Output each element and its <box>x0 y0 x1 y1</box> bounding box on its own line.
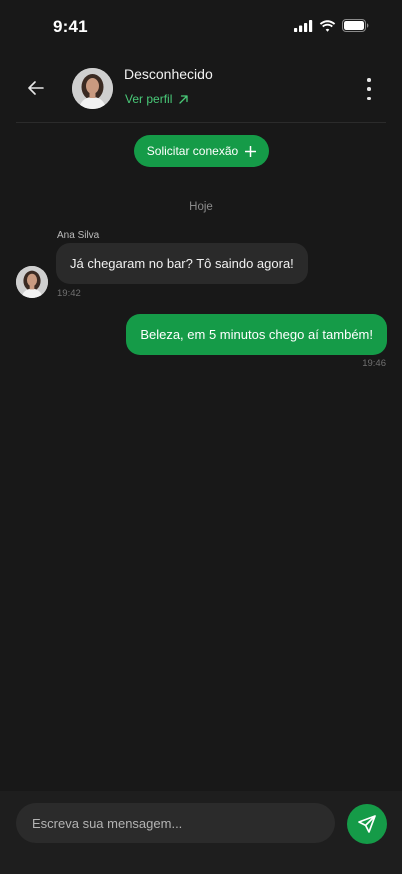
view-profile-link[interactable]: Ver perfil <box>125 92 189 106</box>
contact-avatar[interactable] <box>72 68 113 109</box>
message-sender-name: Ana Silva <box>57 230 100 241</box>
person-photo-icon <box>16 266 48 298</box>
signal-icon <box>294 19 313 32</box>
wifi-icon <box>319 19 336 32</box>
outgoing-message-bubble[interactable]: Beleza, em 5 minutos chego aí também! <box>126 314 387 355</box>
sender-avatar[interactable] <box>16 266 48 298</box>
header-divider <box>16 122 386 123</box>
message-composer <box>0 791 402 874</box>
incoming-message-bubble[interactable]: Já chegaram no bar? Tô saindo agora! <box>56 243 308 284</box>
send-button[interactable] <box>347 804 387 844</box>
view-profile-label: Ver perfil <box>125 92 173 106</box>
chat-header: Desconhecido Ver perfil <box>0 54 402 123</box>
request-connection-button[interactable]: Solicitar conexão <box>134 135 269 167</box>
message-timestamp: 19:42 <box>57 288 81 299</box>
request-connection-label: Solicitar conexão <box>146 144 239 158</box>
person-photo-icon <box>72 68 113 109</box>
status-time: 9:41 <box>53 17 88 36</box>
contact-name: Desconhecido <box>124 66 213 82</box>
send-icon <box>358 815 376 833</box>
date-separator: Hoje <box>189 201 213 213</box>
status-bar: 9:41 <box>0 0 402 54</box>
battery-icon <box>342 19 369 32</box>
plus-icon <box>245 145 257 157</box>
message-timestamp: 19:46 <box>362 358 386 369</box>
back-arrow-icon <box>28 81 44 95</box>
back-button[interactable] <box>22 76 50 100</box>
more-vertical-icon <box>367 78 371 82</box>
message-input[interactable] <box>16 803 335 843</box>
more-options-button[interactable] <box>362 78 376 100</box>
status-icons <box>294 19 369 32</box>
external-link-icon <box>179 94 189 104</box>
